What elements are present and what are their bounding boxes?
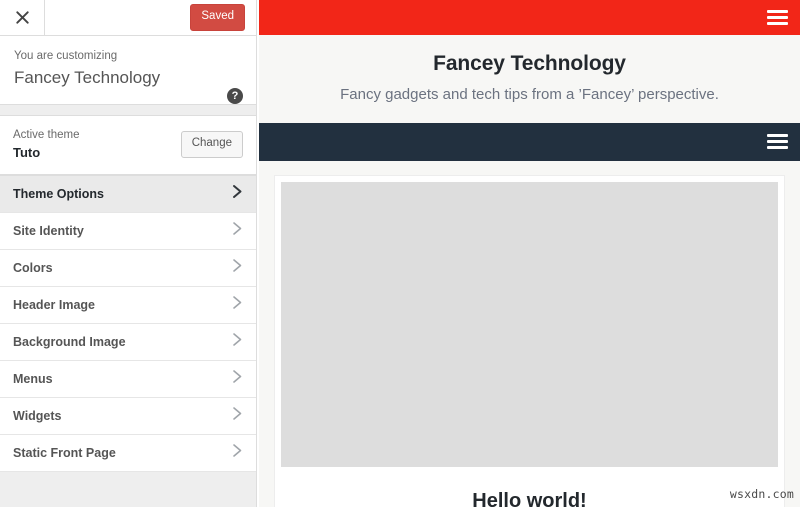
- site-topbar: [259, 0, 800, 35]
- help-icon[interactable]: ?: [227, 88, 243, 104]
- sidebar-item-label: Header Image: [13, 298, 95, 313]
- sidebar-item-menus[interactable]: Menus: [0, 361, 256, 399]
- save-button[interactable]: Saved: [190, 4, 245, 31]
- chevron-right-icon: [232, 332, 243, 352]
- sidebar-item-label: Theme Options: [13, 187, 104, 202]
- site-navigation-bar: [259, 122, 800, 161]
- customizing-label: You are customizing: [14, 50, 118, 62]
- sidebar-item-site-identity[interactable]: Site Identity: [0, 213, 256, 251]
- chevron-right-icon: [232, 221, 243, 241]
- hamburger-menu-icon[interactable]: [767, 134, 788, 150]
- change-theme-button[interactable]: Change: [180, 131, 243, 158]
- watermark: wsxdn.com: [729, 487, 794, 501]
- burger-bar: [767, 140, 788, 144]
- burger-bar: [767, 10, 788, 13]
- chevron-right-icon: [232, 184, 243, 204]
- sidebar-item-label: Site Identity: [13, 224, 84, 239]
- site-tagline: Fancy gadgets and tech tips from a ’Fanc…: [340, 86, 719, 104]
- site-branding: Fancey Technology Fancy gadgets and tech…: [259, 35, 800, 123]
- post-card: Hello world!: [274, 174, 785, 507]
- sidebar-item-label: Widgets: [13, 409, 62, 424]
- sidebar-item-background-image[interactable]: Background Image: [0, 324, 256, 362]
- burger-bar: [767, 134, 788, 138]
- site-content: Hello world!: [259, 160, 800, 507]
- burger-bar: [767, 146, 788, 150]
- chevron-right-icon: [232, 295, 243, 315]
- post-title[interactable]: Hello world!: [281, 467, 778, 507]
- chevron-right-icon: [232, 258, 243, 278]
- chevron-right-icon: [232, 369, 243, 389]
- sidebar-item-theme-options[interactable]: Theme Options: [0, 176, 256, 214]
- active-theme-panel: Active theme Tuto Change: [0, 115, 256, 176]
- sidebar-item-header-image[interactable]: Header Image: [0, 287, 256, 325]
- sidebar-item-widgets[interactable]: Widgets: [0, 398, 256, 436]
- customizer-app: Saved You are customizing Fancey Technol…: [0, 0, 800, 507]
- customizer-header: Saved: [0, 0, 256, 36]
- burger-bar: [767, 16, 788, 19]
- sidebar-item-static-front-page[interactable]: Static Front Page: [0, 435, 256, 473]
- customizer-sidebar: Saved You are customizing Fancey Technol…: [0, 0, 257, 507]
- sidebar-item-label: Static Front Page: [13, 446, 116, 461]
- sidebar-item-label: Menus: [13, 372, 53, 387]
- customizing-site-name: Fancey Technology: [14, 68, 161, 88]
- customizing-panel: You are customizing Fancey Technology ?: [0, 36, 256, 106]
- active-theme-name: Tuto: [13, 145, 41, 161]
- customizer-section-list: Theme Options Site Identity Colors Heade…: [0, 175, 256, 473]
- sidebar-item-label: Colors: [13, 261, 53, 276]
- close-customizer-button[interactable]: [0, 0, 45, 35]
- chevron-right-icon: [232, 443, 243, 463]
- close-icon: [15, 11, 29, 24]
- chevron-right-icon: [232, 406, 243, 426]
- site-title: Fancey Technology: [433, 52, 626, 75]
- panel-gap: [0, 105, 256, 116]
- sidebar-filler: [0, 472, 256, 507]
- active-theme-label: Active theme: [13, 129, 80, 142]
- featured-image-placeholder: [281, 181, 778, 467]
- sidebar-item-label: Background Image: [13, 335, 126, 350]
- burger-bar: [767, 22, 788, 25]
- hamburger-menu-icon[interactable]: [767, 10, 788, 25]
- site-preview: Fancey Technology Fancy gadgets and tech…: [257, 0, 800, 507]
- sidebar-item-colors[interactable]: Colors: [0, 250, 256, 288]
- header-spacer: [45, 0, 190, 35]
- active-theme-info: Active theme Tuto: [13, 127, 181, 162]
